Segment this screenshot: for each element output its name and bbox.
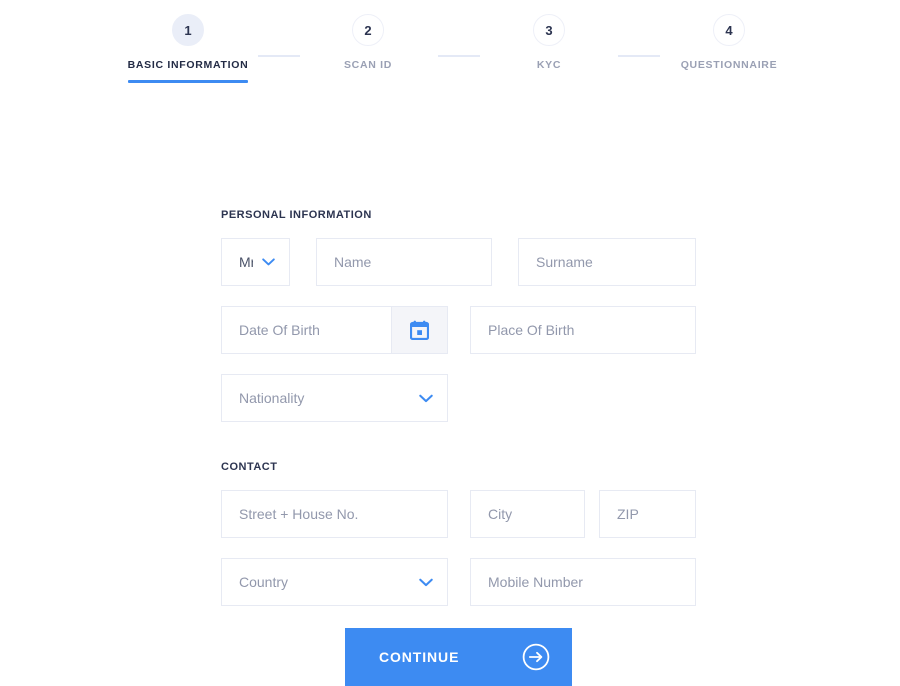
date-of-birth-placeholder: Date Of Birth (239, 322, 320, 338)
stepper: 1 BASIC INFORMATION 2 SCAN ID 3 KYC 4 QU… (0, 0, 900, 90)
section-heading-personal-information: PERSONAL INFORMATION (221, 209, 372, 221)
city-placeholder: City (488, 506, 513, 522)
step-label-2: SCAN ID (343, 59, 393, 71)
mobile-number-input[interactable]: Mobile Number (470, 558, 696, 606)
step-label-1: BASIC INFORMATION (127, 59, 249, 71)
calendar-icon[interactable] (391, 307, 447, 353)
continue-button-label: CONTINUE (379, 649, 460, 665)
step-underline-2 (308, 80, 428, 83)
chevron-down-icon (411, 578, 447, 587)
step-number-badge-4: 4 (713, 14, 745, 46)
step-label-4: QUESTIONNAIRE (680, 59, 778, 71)
country-placeholder: Country (239, 574, 289, 590)
chevron-down-icon (411, 394, 447, 403)
salutation-select[interactable]: Mr. (221, 238, 290, 286)
step-item-questionnaire[interactable]: 4 QUESTIONNAIRE (629, 0, 829, 83)
chevron-down-icon (253, 258, 289, 266)
step-underline-3 (489, 80, 609, 83)
step-item-kyc[interactable]: 3 KYC (449, 0, 649, 83)
step-number-badge-2: 2 (352, 14, 384, 46)
surname-placeholder: Surname (536, 254, 593, 270)
mobile-placeholder: Mobile Number (488, 574, 583, 590)
nationality-placeholder: Nationality (239, 390, 305, 406)
street-address-input[interactable]: Street + House No. (221, 490, 448, 538)
nationality-select[interactable]: Nationality (221, 374, 448, 422)
arrow-right-circle-icon (522, 643, 550, 671)
step-item-scan-id[interactable]: 2 SCAN ID (268, 0, 468, 83)
step-label-3: KYC (536, 59, 562, 71)
place-of-birth-input[interactable]: Place Of Birth (470, 306, 696, 354)
step-underline-4 (669, 80, 789, 83)
city-input[interactable]: City (470, 490, 585, 538)
zip-placeholder: ZIP (617, 506, 639, 522)
name-input[interactable]: Name (316, 238, 492, 286)
street-placeholder: Street + House No. (239, 506, 359, 522)
step-item-basic-information[interactable]: 1 BASIC INFORMATION (88, 0, 288, 83)
section-heading-contact: CONTACT (221, 461, 278, 473)
date-of-birth-input[interactable]: Date Of Birth (221, 306, 448, 354)
country-select[interactable]: Country (221, 558, 448, 606)
step-number-badge-1: 1 (172, 14, 204, 46)
name-placeholder: Name (334, 254, 372, 270)
place-of-birth-placeholder: Place Of Birth (488, 322, 575, 338)
salutation-value: Mr. (239, 254, 253, 270)
surname-input[interactable]: Surname (518, 238, 696, 286)
continue-button[interactable]: CONTINUE (345, 628, 572, 686)
step-number-badge-3: 3 (533, 14, 565, 46)
step-active-underline (128, 80, 248, 83)
zip-input[interactable]: ZIP (599, 490, 696, 538)
